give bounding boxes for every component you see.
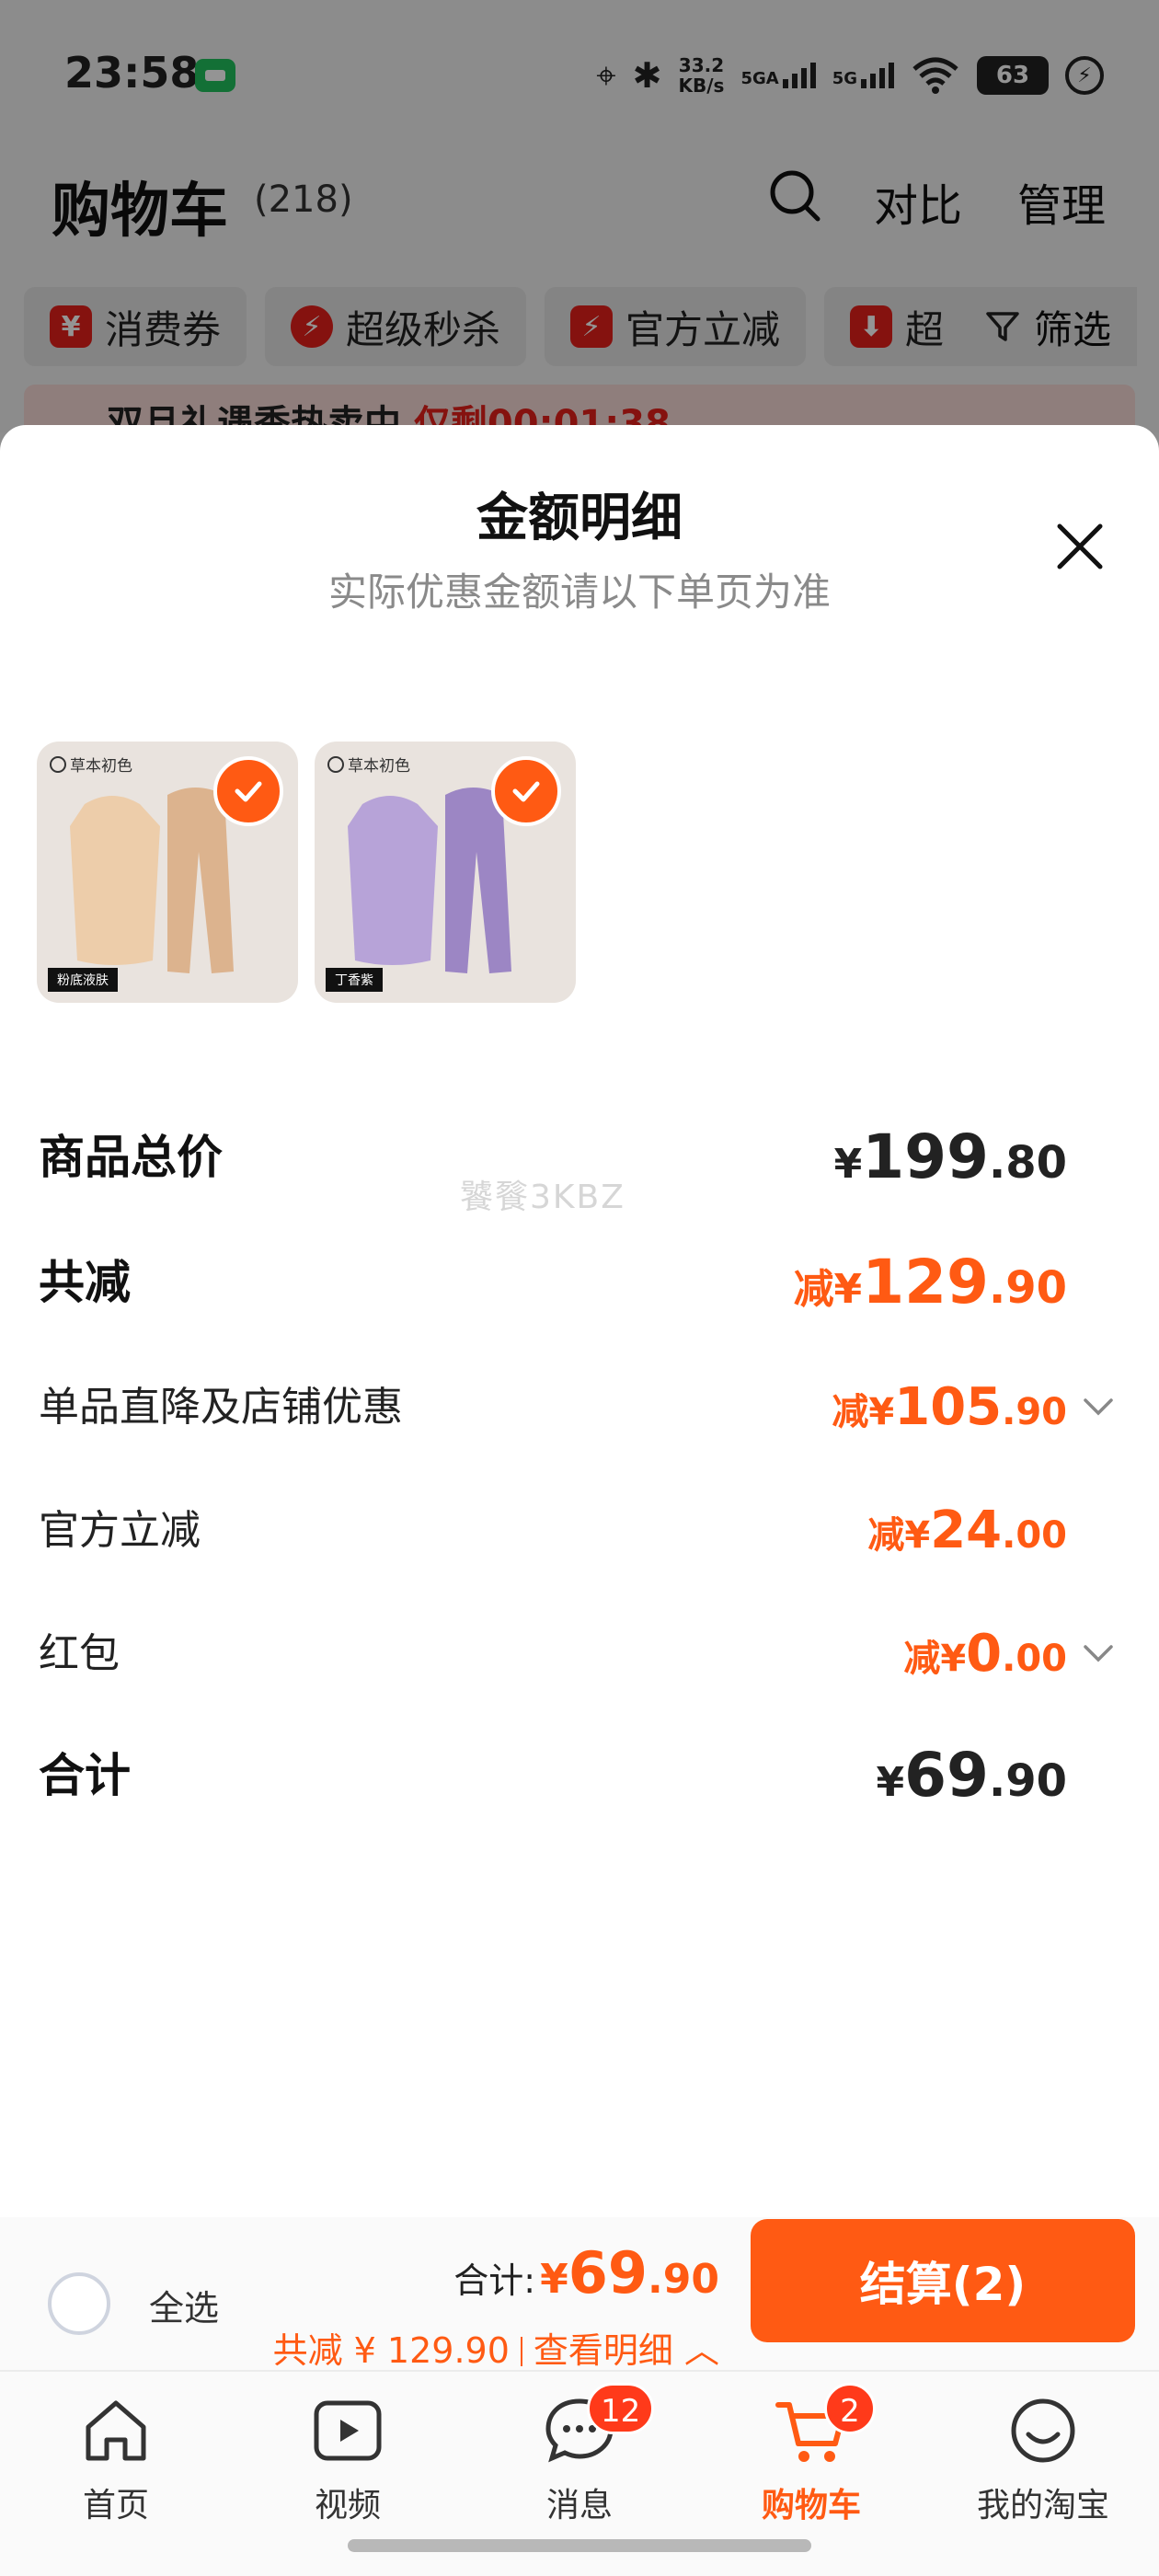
amount-decimal: .80 [988,1137,1067,1189]
row-label: 共减 [39,1256,131,1309]
select-all-label[interactable]: 全选 [149,2280,219,2330]
tab-label: 消息 [545,2487,613,2524]
tab-label: 视频 [314,2487,381,2524]
chevron-down-icon[interactable] [1082,1639,1115,1667]
amount-prefix: ¥ [876,1759,905,1806]
selected-products: 草本初色 粉底液肤 草本初色 丁香紫 [37,742,576,1003]
row-amount: ¥199.80 [834,1121,1067,1210]
row-label: 商品总价 [39,1131,223,1184]
amount-prefix: 减¥ [832,1391,895,1433]
profile-icon [1011,2398,1075,2463]
row-grand-total: 合计 ¥69.90 [0,1739,1159,1812]
shirt-shape [70,796,160,965]
row-total-saving: 共减 减¥129.90 [0,1246,1159,1319]
amount-decimal: .90 [988,1262,1067,1314]
amount-integer: 199 [862,1121,989,1192]
tab-messages[interactable]: 12 消息 [488,2383,671,2539]
brand-label: 草本初色 [50,753,132,776]
select-all-radio[interactable] [48,2272,110,2335]
saving-amount: 共减 ¥ 129.90 [272,2330,510,2371]
amount-prefix: 减¥ [793,1266,863,1313]
view-detail-link[interactable]: 查看明细 ︿ [534,2330,719,2371]
row-label: 单品直降及店铺优惠 [39,1384,403,1431]
amount-prefix: 减¥ [903,1638,967,1680]
amount-decimal: .90 [1002,1391,1067,1433]
amount-integer: 129 [862,1247,989,1317]
tab-video[interactable]: 视频 [256,2383,440,2539]
checkout-total: 合计: ¥69.90 [453,2239,719,2306]
brand-logo-icon [50,755,66,773]
cart-badge: 2 [824,2383,876,2434]
brand-name: 草本初色 [348,757,410,776]
row-official-discount: 官方立减 减¥24.00 [0,1494,1159,1568]
tab-home[interactable]: 首页 [24,2383,208,2539]
brand-logo-icon [327,755,344,773]
selected-check-icon[interactable] [213,756,283,826]
color-tag: 粉底液肤 [48,968,118,992]
color-tag: 丁香紫 [326,968,383,992]
total-decimal: .90 [648,2256,719,2303]
row-amount: 减¥0.00 [903,1617,1067,1703]
tab-label: 我的淘宝 [976,2487,1109,2524]
checkout-button[interactable]: 结算(2) [751,2219,1135,2342]
brand-label: 草本初色 [327,753,410,776]
shirt-shape [348,796,438,965]
product-thumbnail[interactable]: 草本初色 粉底液肤 [37,742,298,1003]
tab-label: 购物车 [761,2487,861,2524]
amount-decimal: .00 [1002,1638,1067,1680]
total-prefix: ¥ [540,2256,568,2303]
sheet-title: 金额明细 [476,489,683,548]
message-badge: 12 [587,2383,655,2434]
total-integer: 69 [568,2239,648,2306]
tab-my-taobao[interactable]: 我的淘宝 [951,2383,1135,2539]
tab-label: 首页 [82,2487,149,2524]
saving-summary: 共减 ¥ 129.90 查看明细 ︿ [273,2322,719,2373]
amount-integer: 105 [894,1377,1003,1437]
row-amount: 减¥105.90 [832,1371,1067,1456]
row-label: 官方立减 [39,1507,201,1554]
video-icon [314,2400,382,2461]
amount-prefix: ¥ [833,1141,863,1188]
row-amount: 减¥24.00 [867,1494,1067,1580]
amount-integer: 24 [930,1501,1003,1560]
row-total-price: 商品总价 ¥199.80 [0,1121,1159,1194]
row-label: 红包 [39,1630,120,1677]
chevron-down-icon[interactable] [1082,1393,1115,1420]
selected-check-icon[interactable] [491,756,561,826]
close-icon[interactable] [1050,517,1109,576]
divider [520,2337,522,2366]
row-amount: ¥69.90 [876,1739,1067,1828]
total-label: 合计: [453,2260,536,2301]
amount-integer: 69 [904,1740,989,1811]
amount-integer: 0 [966,1624,1003,1684]
tab-cart[interactable]: 2 购物车 [719,2383,903,2539]
row-store-discount[interactable]: 单品直降及店铺优惠 减¥105.90 [0,1371,1159,1444]
product-thumbnail[interactable]: 草本初色 丁香紫 [315,742,576,1003]
row-red-packet[interactable]: 红包 减¥0.00 [0,1617,1159,1691]
brand-name: 草本初色 [70,757,132,776]
amount-decimal: .00 [1002,1514,1067,1557]
row-amount: 减¥129.90 [794,1246,1067,1335]
amount-detail-sheet: 金额明细 实际优惠金额请以下单页为准 草本初色 粉底液肤 草本初色 丁香紫 饕餮… [0,425,1159,2576]
sheet-subtitle: 实际优惠金额请以下单页为准 [327,569,831,615]
row-label: 合计 [39,1749,131,1802]
home-indicator[interactable] [348,2539,811,2552]
home-icon [86,2400,146,2461]
amount-prefix: 减¥ [867,1514,931,1557]
amount-decimal: .90 [988,1755,1067,1807]
modal-overlay[interactable] [0,0,1159,432]
